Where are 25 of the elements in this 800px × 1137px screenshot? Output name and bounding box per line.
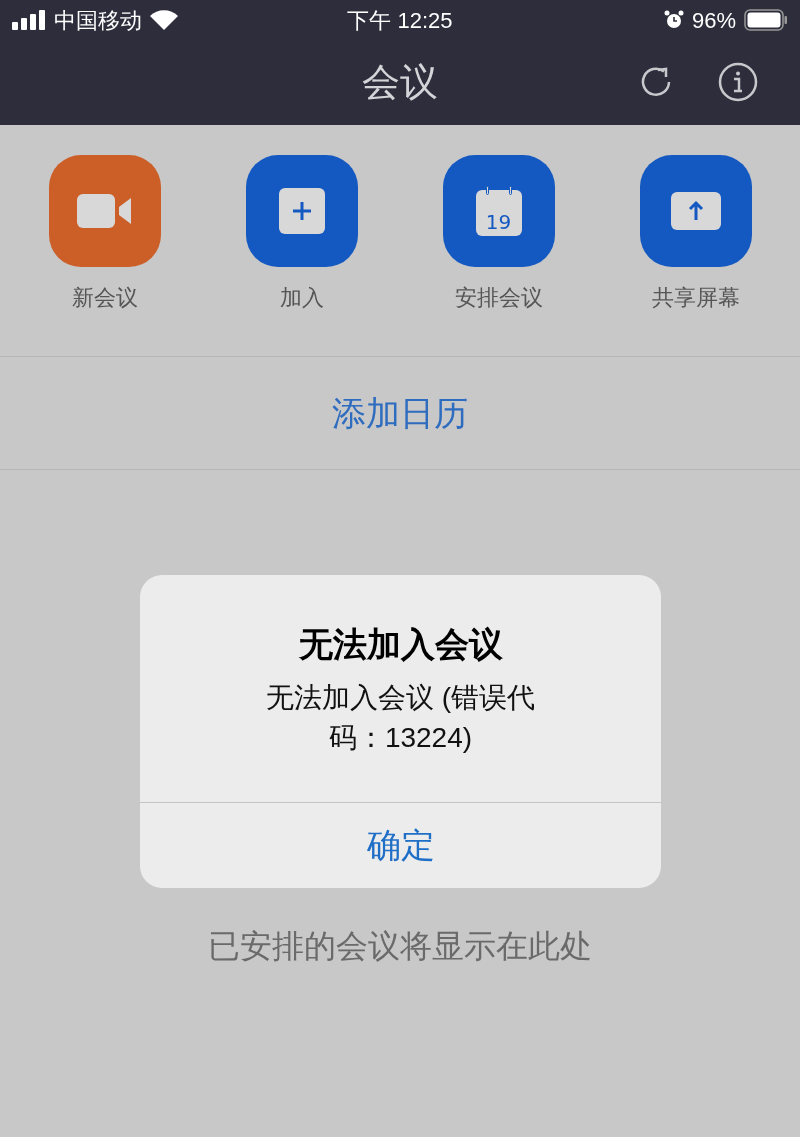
action-label: 安排会议 bbox=[454, 284, 543, 312]
video-camera-icon bbox=[76, 194, 133, 228]
carrier-name: 中国移动 bbox=[54, 6, 142, 35]
empty-state-subtitle: 已安排的会议将显示在此处 bbox=[208, 927, 592, 966]
action-label: 新会议 bbox=[71, 284, 138, 312]
wifi-icon bbox=[150, 10, 178, 30]
action-label: 加入 bbox=[279, 284, 324, 312]
battery-percentage: 96% bbox=[691, 6, 736, 35]
upload-icon bbox=[670, 192, 721, 230]
battery-icon bbox=[744, 9, 788, 31]
dialog-message: 无法加入会议 (错误代码：13224) bbox=[264, 681, 537, 755]
action-label: 共享屏幕 bbox=[651, 284, 740, 312]
signal-icon bbox=[12, 10, 46, 30]
dialog-title: 无法加入会议 bbox=[298, 624, 503, 665]
action-button[interactable]: 19 bbox=[442, 155, 555, 267]
info-icon[interactable] bbox=[718, 62, 758, 102]
action-button[interactable] bbox=[245, 155, 358, 267]
status-time: 下午 12:25 bbox=[346, 6, 454, 35]
page-title: 会议 bbox=[362, 60, 438, 105]
action-button[interactable] bbox=[48, 155, 161, 267]
plus-icon bbox=[278, 188, 325, 234]
confirm-button[interactable]: 确定 bbox=[140, 802, 661, 888]
alarm-clock-icon bbox=[663, 10, 684, 30]
action-button[interactable] bbox=[639, 155, 752, 267]
add-calendar-link[interactable]: 添加日历 bbox=[332, 387, 468, 439]
